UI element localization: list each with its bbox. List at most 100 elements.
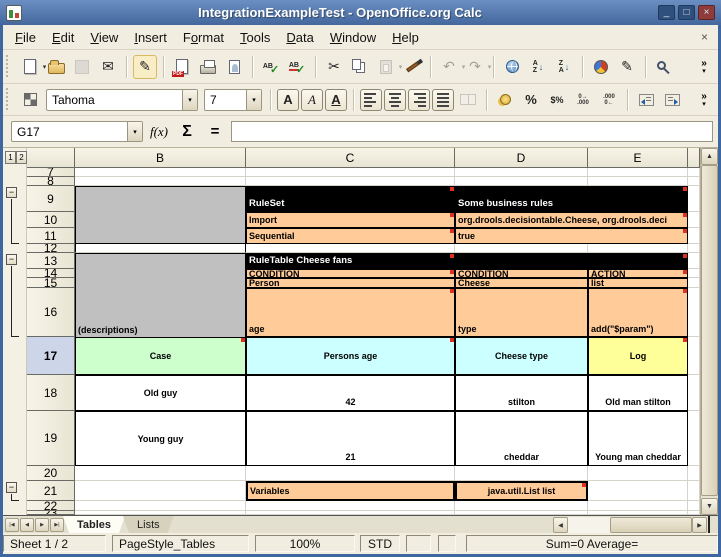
cell-C16[interactable]: age	[246, 288, 455, 337]
horizontal-scrollbar-track[interactable]	[568, 517, 692, 533]
cell-D10[interactable]: org.drools.decisiontable.Cheese, org.dro…	[455, 212, 688, 228]
cell-B11[interactable]	[75, 228, 246, 244]
cell-C15[interactable]: Person	[246, 278, 455, 288]
scroll-up-button[interactable]: ▲	[701, 148, 718, 165]
cell-D8[interactable]	[455, 177, 588, 186]
cell-C17[interactable]: Persons age	[246, 337, 455, 375]
scroll-left-button[interactable]: ◀	[553, 517, 568, 533]
align-left-button[interactable]	[360, 89, 382, 111]
format-paintbrush-button[interactable]	[400, 55, 424, 79]
decrease-indent-button[interactable]	[634, 88, 658, 112]
column-header-C[interactable]: C	[246, 148, 455, 168]
new-document-button[interactable]: ▾	[18, 55, 42, 79]
horizontal-scrollbar[interactable]: ◀ ▶	[553, 517, 707, 533]
row-header-22[interactable]: 22	[27, 501, 75, 511]
first-sheet-button[interactable]: |◀	[5, 518, 19, 532]
horizontal-scrollbar-thumb[interactable]	[610, 517, 692, 533]
cell-B7[interactable]	[75, 168, 246, 177]
minimize-button[interactable]: _	[658, 5, 675, 20]
font-name-dropdown[interactable]: ▾	[182, 90, 197, 110]
cell-B18[interactable]: Old guy	[75, 375, 246, 411]
row-header-21[interactable]: 21	[27, 481, 75, 501]
column-header-E[interactable]: E	[588, 148, 688, 168]
menu-tools[interactable]: Tools	[232, 27, 278, 48]
outline-level-1-button[interactable]: 1	[5, 151, 16, 164]
cell-C22[interactable]	[246, 501, 455, 511]
underline-button[interactable]: A	[325, 89, 347, 111]
number-format-standard-button[interactable]: $%	[545, 88, 569, 112]
cell-B10[interactable]	[75, 212, 246, 228]
justified-button[interactable]	[432, 89, 454, 111]
font-size-dropdown[interactable]: ▾	[246, 90, 261, 110]
redo-dropdown[interactable]: ▾	[485, 63, 494, 71]
cell-D19[interactable]: cheddar	[455, 411, 588, 466]
cell-B21[interactable]	[75, 481, 246, 501]
menu-insert[interactable]: Insert	[126, 27, 175, 48]
row-header-11[interactable]: 11	[27, 228, 75, 244]
outline-collapse-button[interactable]: −	[6, 482, 17, 493]
cell-B15[interactable]	[75, 278, 246, 288]
cell-B17[interactable]: Case	[75, 337, 246, 375]
increase-indent-button[interactable]	[660, 88, 684, 112]
align-center-button[interactable]	[384, 89, 406, 111]
cell-B13[interactable]	[75, 253, 246, 269]
cell-D14[interactable]: CONDITION	[455, 269, 588, 278]
column-header-blank[interactable]	[688, 148, 700, 168]
cell-E8[interactable]	[588, 177, 688, 186]
cell-F9[interactable]	[688, 186, 700, 212]
outline-collapse-button[interactable]: −	[6, 254, 17, 265]
copy-button[interactable]	[348, 55, 372, 79]
edit-file-button[interactable]: ✎	[133, 55, 157, 79]
menu-data[interactable]: Data	[278, 27, 321, 48]
cell-E17[interactable]: Log	[588, 337, 688, 375]
menu-format[interactable]: Format	[175, 27, 232, 48]
hyperlink-button[interactable]	[500, 55, 524, 79]
cell-D7[interactable]	[455, 168, 588, 177]
cell-B16[interactable]: (descriptions)	[75, 288, 246, 337]
scroll-right-button[interactable]: ▶	[692, 517, 707, 533]
name-box-dropdown[interactable]: ▾	[127, 122, 142, 141]
row-header-19[interactable]: 19	[27, 411, 75, 466]
cell-F16[interactable]	[688, 288, 700, 337]
open-button[interactable]	[44, 55, 68, 79]
sum-button[interactable]: Σ	[175, 121, 199, 143]
cell-D11[interactable]: true	[455, 228, 688, 244]
cell-E7[interactable]	[588, 168, 688, 177]
add-decimal-place-button[interactable]: 0→ .000	[571, 88, 595, 112]
row-header-8[interactable]: 8	[27, 177, 75, 186]
bold-button[interactable]: A	[277, 89, 299, 111]
cell-D21[interactable]: java.util.List list	[455, 481, 588, 501]
cell-F7[interactable]	[688, 168, 700, 177]
cell-D12[interactable]	[455, 244, 588, 253]
cell-C8[interactable]	[246, 177, 455, 186]
cell-E12[interactable]	[588, 244, 688, 253]
cell-F22[interactable]	[688, 501, 700, 511]
menu-help[interactable]: Help	[384, 27, 427, 48]
cell-C10[interactable]: Import	[246, 212, 455, 228]
cell-D16[interactable]: type	[455, 288, 588, 337]
cell-F10[interactable]	[688, 212, 700, 228]
cell-E16[interactable]: add("$param")	[588, 288, 688, 337]
page-preview-button[interactable]	[222, 55, 246, 79]
cell-D17[interactable]: Cheese type	[455, 337, 588, 375]
cell-F21[interactable]	[688, 481, 700, 501]
cell-F17[interactable]	[688, 337, 700, 375]
cell-F8[interactable]	[688, 177, 700, 186]
cell-F20[interactable]	[688, 466, 700, 481]
column-header-D[interactable]: D	[455, 148, 588, 168]
cell-E22[interactable]	[588, 501, 688, 511]
cell-E19[interactable]: Young man cheddar	[588, 411, 688, 466]
cell-D18[interactable]: stilton	[455, 375, 588, 411]
auto-spellcheck-button[interactable]: AB✓	[285, 55, 309, 79]
menu-edit[interactable]: Edit	[44, 27, 82, 48]
row-header-10[interactable]: 10	[27, 212, 75, 228]
cell-F13[interactable]	[688, 253, 700, 269]
delete-decimal-place-button[interactable]: .000 0←	[597, 88, 621, 112]
outline-collapse-button[interactable]: −	[6, 187, 17, 198]
outline-level-2-button[interactable]: 2	[16, 151, 27, 164]
formula-input[interactable]	[231, 121, 713, 142]
cell-C12[interactable]	[246, 244, 455, 253]
cell-B9[interactable]	[75, 186, 246, 212]
cell-D13[interactable]	[455, 253, 688, 269]
toolbar-grip[interactable]	[6, 55, 13, 79]
